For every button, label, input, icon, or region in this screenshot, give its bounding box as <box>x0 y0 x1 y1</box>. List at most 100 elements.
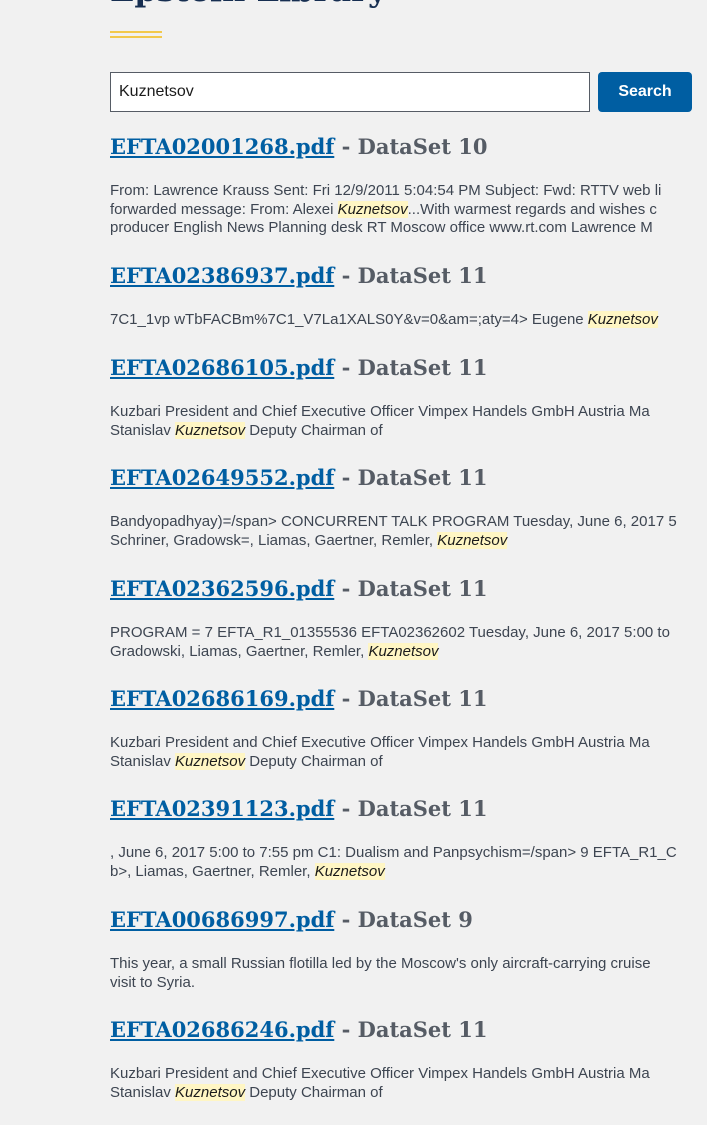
result-separator: - <box>334 907 358 932</box>
result-dataset-label: DataSet 10 <box>357 134 488 159</box>
snippet-text: producer English News Planning desk RT M… <box>110 219 653 236</box>
snippet-line: producer English News Planning desk RT M… <box>110 219 707 238</box>
result-dataset-label: DataSet 11 <box>357 263 488 288</box>
snippet-text: Deputy Chairman of <box>245 421 383 439</box>
snippet-line: visit to Syria. <box>110 974 707 993</box>
result-title: EFTA02391123.pdf - DataSet 11 <box>110 792 707 826</box>
snippet-line: Stanislav Kuznetsov Deputy Chairman of <box>110 752 707 772</box>
search-result: EFTA02001268.pdf - DataSet 10 From: Lawre… <box>110 130 707 238</box>
snippet-text: visit to Syria. <box>110 973 196 991</box>
snippet-text: ...With warmest regards and wishes c <box>407 200 657 218</box>
snippet-line: Kuzbari President and Chief Executive Of… <box>110 1065 707 1084</box>
snippet-text: Schriner, Gradowsk=, Liamas, Gaertner, R… <box>110 531 438 549</box>
snippet-text: 7C1_1vp wTbFACBm%7C1_V7La1XALS0Y&v=0&am=… <box>110 311 588 328</box>
snippet-text: Kuzbari President and Chief Executive Of… <box>110 1065 650 1082</box>
snippet-text: Kuzbari President and Chief Executive Of… <box>110 403 650 420</box>
result-snippet: Bandyopadhyay)=/span> CONCURRENT TALK PR… <box>110 513 707 550</box>
snippet-text: Bandyopadhyay)=/span> CONCURRENT TALK PR… <box>110 513 677 530</box>
search-input[interactable] <box>110 72 590 112</box>
snippet-text: From: Lawrence Krauss Sent: Fri 12/9/201… <box>110 182 662 199</box>
search-result: EFTA02649552.pdf - DataSet 11 Bandyopadhy… <box>110 461 707 550</box>
search-result: EFTA02686246.pdf - DataSet 11 Kuzbari Pre… <box>110 1013 707 1102</box>
title-accent-rule <box>110 31 162 38</box>
result-title: EFTA02649552.pdf - DataSet 11 <box>110 461 707 495</box>
highlighted-term: Kuznetsov <box>175 1083 246 1101</box>
snippet-line: From: Lawrence Krauss Sent: Fri 12/9/201… <box>110 182 707 201</box>
result-title: EFTA02686105.pdf - DataSet 11 <box>110 351 707 385</box>
result-dataset-label: DataSet 11 <box>357 1017 488 1042</box>
snippet-line: This year, a small Russian flotilla led … <box>110 955 707 974</box>
search-result: EFTA02362596.pdf - DataSet 11 PROGRAM = 7… <box>110 572 707 661</box>
result-title: EFTA02001268.pdf - DataSet 10 <box>110 130 707 164</box>
result-dataset-label: DataSet 11 <box>357 686 488 711</box>
snippet-text: Stanislav <box>110 752 176 770</box>
result-separator: - <box>334 1017 358 1042</box>
snippet-line: forwarded message: From: Alexei Kuznetso… <box>110 200 707 220</box>
result-snippet: From: Lawrence Krauss Sent: Fri 12/9/201… <box>110 182 707 238</box>
snippet-text: Deputy Chairman of <box>245 752 383 770</box>
result-dataset-label: DataSet 11 <box>357 796 488 821</box>
result-separator: - <box>334 355 358 380</box>
snippet-text: Kuzbari President and Chief Executive Of… <box>110 734 650 751</box>
result-separator: - <box>334 576 358 601</box>
snippet-line: Kuzbari President and Chief Executive Of… <box>110 734 707 753</box>
result-snippet: Kuzbari President and Chief Executive Of… <box>110 403 707 440</box>
result-file-link[interactable]: EFTA02649552.pdf <box>110 465 334 490</box>
highlighted-term: Kuznetsov <box>175 421 246 439</box>
result-title: EFTA02386937.pdf - DataSet 11 <box>110 259 707 293</box>
highlighted-term: Kuznetsov <box>587 311 658 328</box>
highlighted-term: Kuznetsov <box>337 200 408 218</box>
highlighted-term: Kuznetsov <box>368 642 439 660</box>
result-snippet: This year, a small Russian flotilla led … <box>110 955 707 992</box>
snippet-text: This year, a small Russian flotilla led … <box>110 955 651 972</box>
search-result: EFTA02391123.pdf - DataSet 11 , June 6, 2… <box>110 792 707 881</box>
result-file-link[interactable]: EFTA02686246.pdf <box>110 1017 334 1042</box>
highlighted-term: Kuznetsov <box>437 531 508 549</box>
result-file-link[interactable]: EFTA02362596.pdf <box>110 576 334 601</box>
result-snippet: , June 6, 2017 5:00 to 7:55 pm C1: Duali… <box>110 844 707 881</box>
result-file-link[interactable]: EFTA02686169.pdf <box>110 686 334 711</box>
snippet-text: , June 6, 2017 5:00 to 7:55 pm C1: Duali… <box>110 844 677 861</box>
result-file-link[interactable]: EFTA02001268.pdf <box>110 134 334 159</box>
result-dataset-label: DataSet 11 <box>357 355 488 380</box>
result-snippet: Kuzbari President and Chief Executive Of… <box>110 734 707 771</box>
highlighted-term: Kuznetsov <box>175 752 246 770</box>
search-button[interactable]: Search <box>598 72 692 112</box>
snippet-text: Deputy Chairman of <box>245 1083 383 1101</box>
result-separator: - <box>334 686 358 711</box>
search-result: EFTA02686105.pdf - DataSet 11 Kuzbari Pre… <box>110 351 707 440</box>
snippet-line: 7C1_1vp wTbFACBm%7C1_V7La1XALS0Y&v=0&am=… <box>110 311 707 330</box>
highlighted-term: Kuznetsov <box>314 862 385 880</box>
search-result: EFTA02686169.pdf - DataSet 11 Kuzbari Pre… <box>110 682 707 771</box>
snippet-line: b>, Liamas, Gaertner, Remler, Kuznetsov <box>110 862 707 882</box>
result-dataset-label: DataSet 11 <box>357 465 488 490</box>
result-snippet: Kuzbari President and Chief Executive Of… <box>110 1065 707 1102</box>
page-title: Epstein Library <box>110 0 387 10</box>
result-file-link[interactable]: EFTA02386937.pdf <box>110 263 334 288</box>
result-title: EFTA02686169.pdf - DataSet 11 <box>110 682 707 716</box>
result-snippet: 7C1_1vp wTbFACBm%7C1_V7La1XALS0Y&v=0&am=… <box>110 311 707 330</box>
snippet-line: Gradowski, Liamas, Gaertner, Remler, Kuz… <box>110 642 707 662</box>
snippet-line: Stanislav Kuznetsov Deputy Chairman of <box>110 1083 707 1103</box>
result-file-link[interactable]: EFTA00686997.pdf <box>110 907 334 932</box>
result-separator: - <box>334 263 358 288</box>
result-title: EFTA02686246.pdf - DataSet 11 <box>110 1013 707 1047</box>
snippet-line: , June 6, 2017 5:00 to 7:55 pm C1: Duali… <box>110 844 707 863</box>
search-result: EFTA00686997.pdf - DataSet 9 This year, a… <box>110 903 707 992</box>
snippet-text: Stanislav <box>110 421 176 439</box>
result-dataset-label: DataSet 11 <box>357 576 488 601</box>
search-result: EFTA02386937.pdf - DataSet 11 7C1_1vp wTb… <box>110 259 707 330</box>
result-separator: - <box>334 465 358 490</box>
snippet-text: b>, Liamas, Gaertner, Remler, <box>110 862 315 880</box>
result-file-link[interactable]: EFTA02391123.pdf <box>110 796 334 821</box>
result-title: EFTA00686997.pdf - DataSet 9 <box>110 903 707 937</box>
snippet-line: Kuzbari President and Chief Executive Of… <box>110 403 707 422</box>
snippet-text: Stanislav <box>110 1083 176 1101</box>
snippet-line: Stanislav Kuznetsov Deputy Chairman of <box>110 421 707 441</box>
snippet-line: Bandyopadhyay)=/span> CONCURRENT TALK PR… <box>110 513 707 532</box>
result-snippet: PROGRAM = 7 EFTA_R1_01355536 EFTA0236260… <box>110 624 707 661</box>
snippet-text: PROGRAM = 7 EFTA_R1_01355536 EFTA0236260… <box>110 624 670 641</box>
result-file-link[interactable]: EFTA02686105.pdf <box>110 355 334 380</box>
snippet-text: forwarded message: From: Alexei <box>110 200 338 218</box>
snippet-line: Schriner, Gradowsk=, Liamas, Gaertner, R… <box>110 531 707 551</box>
